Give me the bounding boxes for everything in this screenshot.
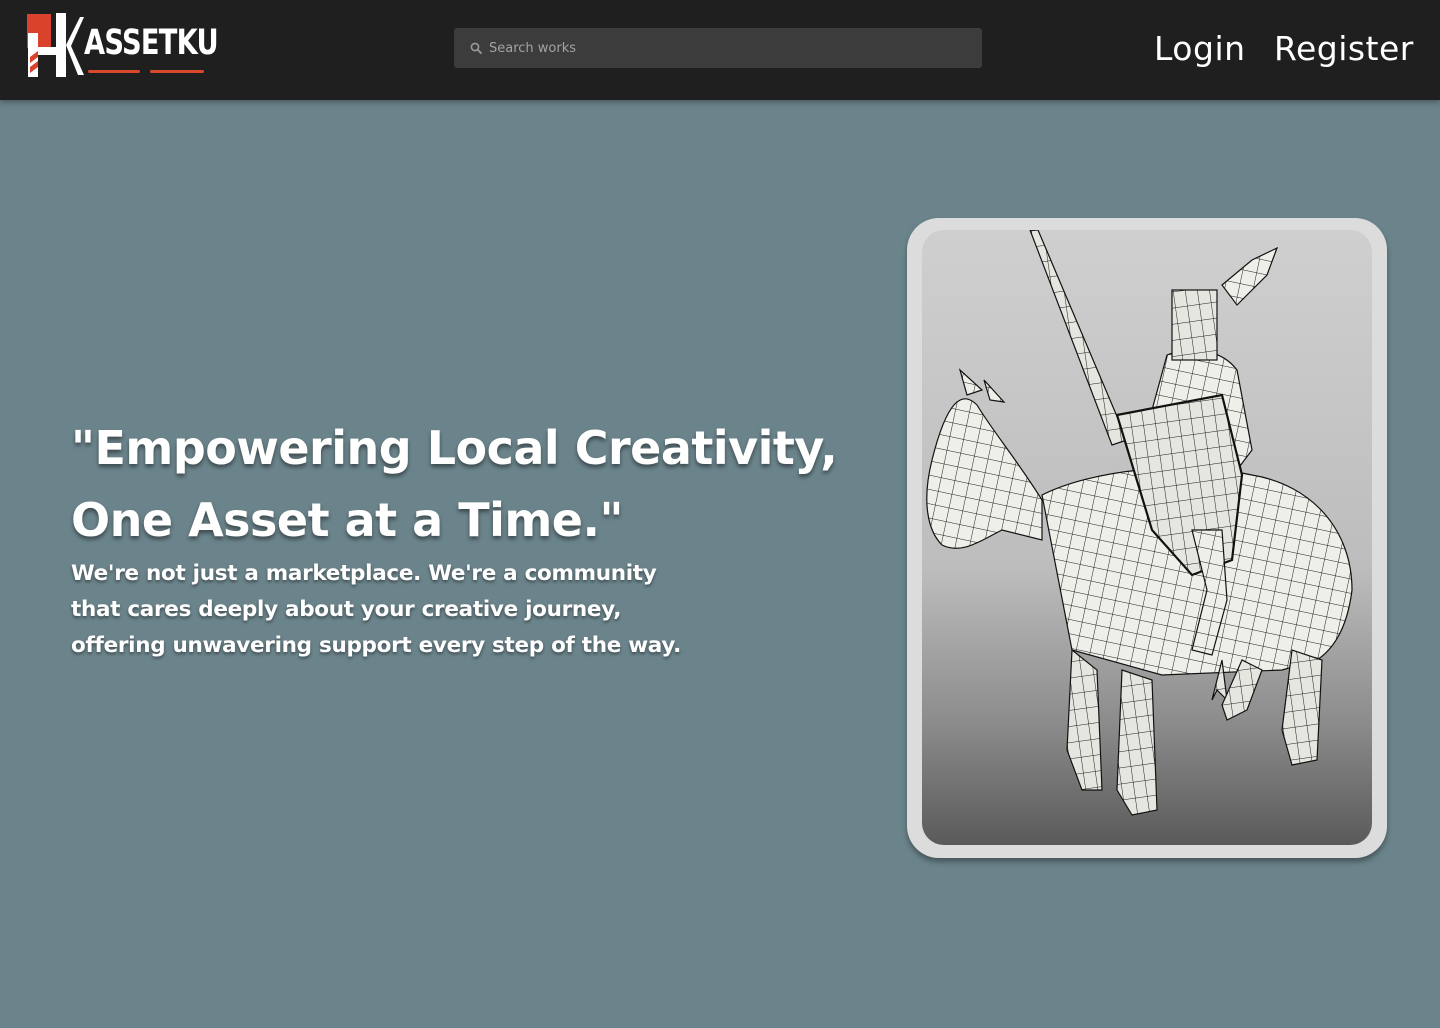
logo-mark-icon <box>27 13 84 77</box>
search-input[interactable] <box>489 28 969 68</box>
top-navigation-bar: ASSETKU Login Register <box>0 0 1440 100</box>
logo-underline-right <box>150 70 204 73</box>
hero-headline: "Empowering Local Creativity, One Asset … <box>71 412 871 556</box>
search-icon <box>470 42 482 54</box>
logo-underline-left <box>88 70 140 73</box>
knight-on-horse-wireframe-image <box>926 230 1353 816</box>
hero-headline-line-1: "Empowering Local Creativity, <box>71 421 838 475</box>
assetku-logo[interactable]: ASSETKU <box>26 13 219 79</box>
hero-subheading-line-2: that cares deeply about your creative jo… <box>71 597 622 622</box>
logo-wordmark: ASSETKU <box>84 23 219 63</box>
search-bar <box>454 28 982 68</box>
hero-subheading-line-1: We're not just a marketplace. We're a co… <box>71 561 657 586</box>
showcase-image <box>922 230 1372 845</box>
hero-headline-line-2: One Asset at a Time." <box>71 493 623 547</box>
register-link[interactable]: Register <box>1274 27 1414 71</box>
login-link[interactable]: Login <box>1154 27 1246 71</box>
hero-subheading-line-3: offering unwavering support every step o… <box>71 633 681 658</box>
showcase-card <box>907 218 1387 858</box>
hero-subheading: We're not just a marketplace. We're a co… <box>71 556 731 664</box>
